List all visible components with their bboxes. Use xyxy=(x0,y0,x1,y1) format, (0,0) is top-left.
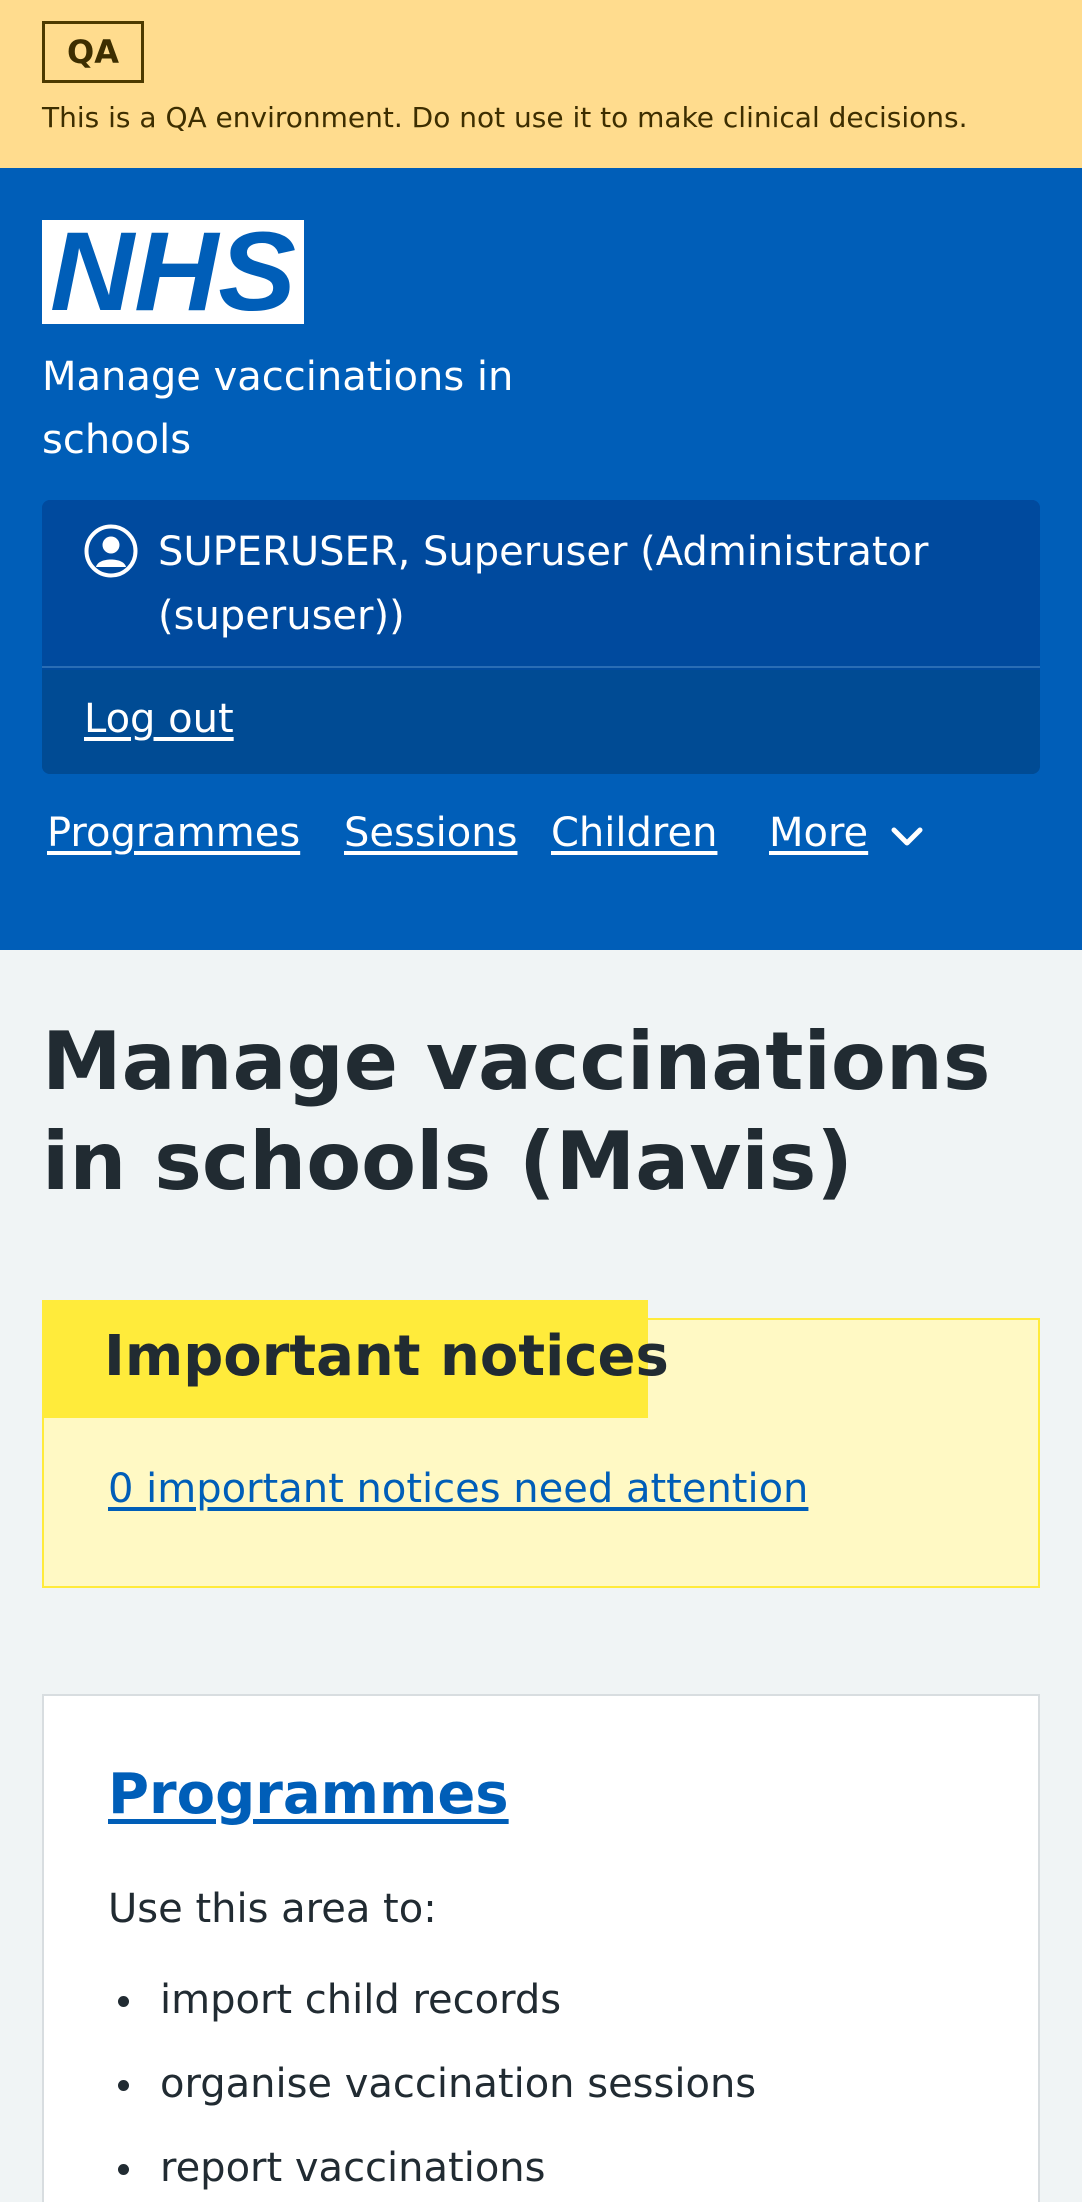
page-title: Manage vaccinations in schools (Mavis) xyxy=(42,1015,991,1208)
svg-text:NHS: NHS xyxy=(50,220,296,324)
important-notices-link[interactable]: 0 important notices need attention xyxy=(108,1466,808,1512)
nav-item-sessions[interactable]: Sessions xyxy=(344,810,517,856)
account-user-name: SUPERUSER, Superuser (Administrator (sup… xyxy=(158,529,929,639)
qa-tag: QA xyxy=(42,21,144,83)
account-user-row: SUPERUSER, Superuser (Administrator (sup… xyxy=(42,500,1040,668)
card-task-list: import child records organise vaccinatio… xyxy=(108,1972,988,2202)
qa-warning-text: This is a QA environment. Do not use it … xyxy=(42,101,968,134)
site-header: NHS Manage vaccinations in schools SUPER… xyxy=(0,168,1082,950)
nav-more-button[interactable]: More xyxy=(769,810,868,856)
account-logout-row: Log out xyxy=(42,670,1040,774)
nav-item-programmes[interactable]: Programmes xyxy=(47,810,300,856)
nhs-logo[interactable]: NHS xyxy=(42,220,304,324)
log-out-link[interactable]: Log out xyxy=(84,696,234,742)
account-panel: SUPERUSER, Superuser (Administrator (sup… xyxy=(42,500,1040,774)
primary-navigation: Programmes Sessions Children More xyxy=(0,810,1082,890)
programmes-card: Programmes Use this area to: import chil… xyxy=(42,1694,1040,2202)
nav-item-children[interactable]: Children xyxy=(551,810,717,856)
card-intro-text: Use this area to: xyxy=(108,1886,437,1932)
qa-environment-banner: QA This is a QA environment. Do not use … xyxy=(0,0,1082,168)
list-item: import child records xyxy=(108,1972,988,2056)
programmes-card-link[interactable]: Programmes xyxy=(108,1762,509,1827)
service-name[interactable]: Manage vaccinations in schools xyxy=(42,346,562,472)
important-notices-heading-label: Important notices xyxy=(42,1300,669,1418)
user-circle-icon xyxy=(84,524,138,578)
important-notices-heading: Important notices xyxy=(104,1324,669,1389)
list-item: organise vaccination sessions xyxy=(108,2056,988,2140)
list-item: report vaccinations xyxy=(108,2140,988,2202)
chevron-down-icon[interactable] xyxy=(888,824,926,850)
